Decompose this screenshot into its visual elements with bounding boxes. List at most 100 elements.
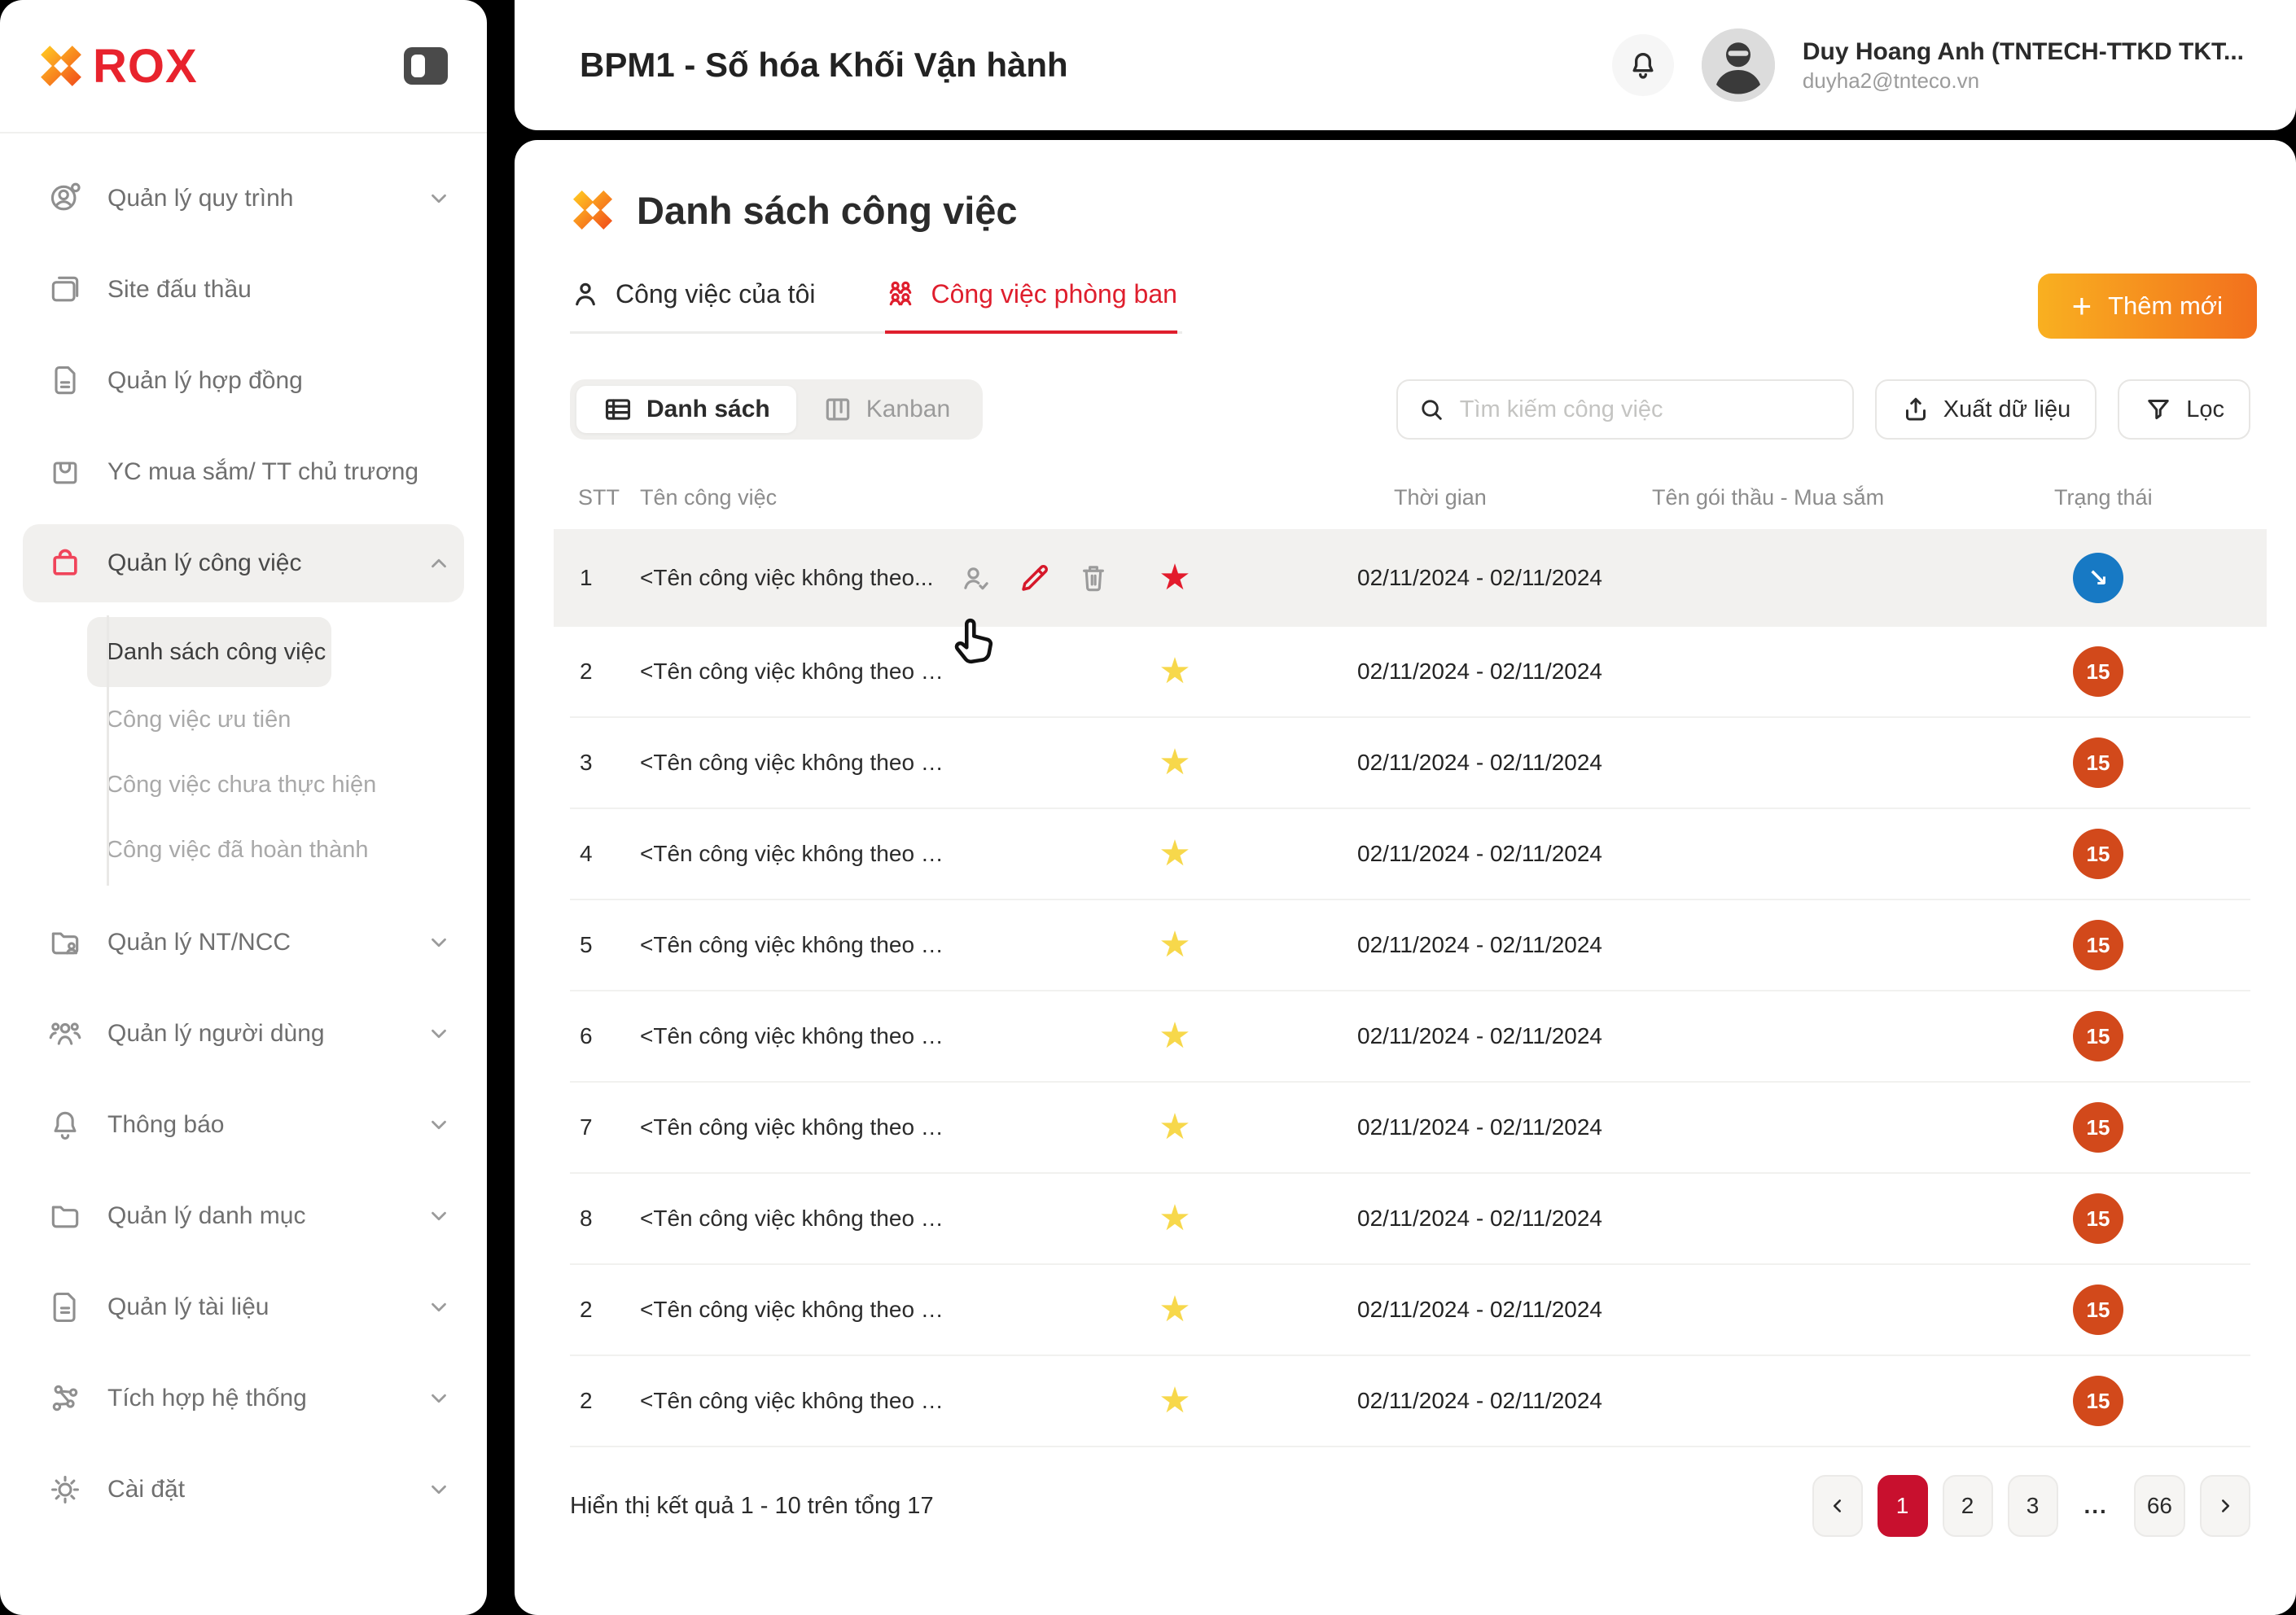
view-list-label: Danh sách [646,396,770,423]
sidebar-item-label: Quản lý NT/NCC [107,929,291,956]
edit-icon[interactable] [1018,561,1052,595]
table-row[interactable]: 8 <Tên công việc không theo quy trình> ★ 02… [570,1174,2250,1265]
tab-department-tasks[interactable]: Công việc phòng ban [885,278,1176,334]
star-icon[interactable]: ★ [1153,654,1197,689]
sidebar-header: ROX [0,0,487,133]
filter-button[interactable]: Lọc [2118,379,2250,440]
sidebar-item-task-management[interactable]: Quản lý công việc [23,524,464,602]
star-icon[interactable]: ★ [1153,745,1197,781]
task-name[interactable]: <Tên công việc không theo quy trình> [640,1206,949,1232]
sidebar-item-contractor-management[interactable]: Quản lý NT/NCC [0,897,487,988]
sidebar-collapse-icon[interactable] [404,47,448,85]
task-name[interactable]: <Tên công việc không theo quy trình> [640,1297,949,1323]
task-time: 02/11/2024 - 02/11/2024 [1357,565,1602,591]
status-badge-count[interactable]: 15 [2073,1376,2123,1426]
sidebar-item-bidding-site[interactable]: Site đấu thầu [0,244,487,335]
sidebar-item-document-management[interactable]: Quản lý tài liệu [0,1262,487,1353]
status-badge-count[interactable]: 15 [2073,1102,2123,1153]
status-badge-count[interactable]: 15 [2073,920,2123,970]
page-button-1[interactable]: 1 [1878,1475,1928,1537]
submenu-item-pending-tasks[interactable]: Công việc chưa thực hiện [0,752,487,817]
status-badge-count[interactable]: 15 [2073,1011,2123,1061]
sidebar-item-user-management[interactable]: Quản lý người dùng [0,988,487,1079]
task-name[interactable]: <Tên công việc không theo quy trình> [640,659,949,685]
submenu-item-priority-tasks[interactable]: Công việc ưu tiên [0,687,487,752]
sidebar-item-label: Quản lý tài liệu [107,1293,269,1321]
row-index: 8 [580,1206,593,1232]
table-row[interactable]: 7<Tên công việc không theo quy trình>★02… [570,1083,2250,1174]
page-button-66[interactable]: 66 [2134,1475,2185,1537]
person-icon [570,278,601,309]
star-icon[interactable]: ★ [1153,836,1197,872]
sidebar-item-purchase-request[interactable]: YC mua sắm/ TT chủ trương [0,427,487,518]
star-icon[interactable]: ★ [1153,1109,1197,1145]
star-icon[interactable]: ★ [1153,1383,1197,1419]
add-new-label: Thêm mới [2108,291,2223,321]
view-list-segment[interactable]: Danh sách [576,386,796,433]
task-name[interactable]: <Tên công việc không theo quy trình> [640,1023,949,1049]
table-header: STT Tên công việc Thời gian Tên gói thầu… [570,479,2250,529]
sidebar-item-category-management[interactable]: Quản lý danh mục [0,1171,487,1262]
add-new-button[interactable]: + Thêm mới [2038,274,2257,339]
task-time: 02/11/2024 - 02/11/2024 [1357,1206,1602,1232]
chevron-left-icon [1827,1495,1848,1517]
table-row[interactable]: 6<Tên công việc không theo quy trình>★02… [570,991,2250,1083]
search-input[interactable] [1460,396,1833,423]
table-row[interactable]: 2<Tên công việc không theo quy trình>★02… [570,1356,2250,1447]
task-name[interactable]: <Tên công việc không theo quy trình> [640,1114,949,1140]
user-info[interactable]: Duy Hoang Anh (TNTECH-TTKD TKT... duyha2… [1803,37,2244,94]
sidebar-nav: Quản lý quy trình Site đấu thầu Quản lý … [0,133,487,1535]
star-icon[interactable]: ★ [1153,1201,1197,1236]
table-row[interactable]: 5<Tên công việc không theo quy trình>★02… [570,900,2250,991]
sidebar-item-process-management[interactable]: Quản lý quy trình [0,153,487,244]
prev-page-button[interactable] [1812,1475,1863,1537]
task-name[interactable]: <Tên công việc không theo quy trình> [640,841,949,867]
task-name[interactable]: <Tên công việc không theo... [640,565,933,591]
assign-user-icon[interactable] [959,561,993,595]
row-actions [959,561,1111,595]
next-page-button[interactable] [2200,1475,2250,1537]
shopping-bag-icon [47,454,83,490]
export-button[interactable]: Xuất dữ liệu [1875,379,2097,440]
view-kanban-segment[interactable]: Kanban [796,386,976,433]
submenu-item-completed-tasks[interactable]: Công việc đã hoàn thành [0,817,487,882]
status-badge-count[interactable]: 15 [2073,737,2123,788]
page-ellipsis: ... [2073,1475,2119,1537]
task-time: 02/11/2024 - 02/11/2024 [1357,1114,1602,1140]
star-icon[interactable]: ★ [1153,1018,1197,1054]
search-box[interactable] [1396,379,1854,440]
notification-bell-button[interactable] [1612,34,1674,96]
submenu-item-task-list[interactable]: Danh sách công việc [87,617,331,687]
task-name[interactable]: <Tên công việc không theo quy trình> [640,750,949,776]
rox-logo[interactable]: ROX [37,39,198,94]
sidebar-item-settings[interactable]: Cài đặt [0,1444,487,1535]
star-icon[interactable]: ★ [1153,927,1197,963]
status-badge-arrow[interactable]: ↘ [2073,553,2123,603]
page-title: Danh sách công việc [637,188,1018,233]
sidebar-item-system-integration[interactable]: Tích hợp hệ thống [0,1353,487,1444]
page-button-3[interactable]: 3 [2008,1475,2058,1537]
delete-icon[interactable] [1076,561,1111,595]
tab-my-tasks[interactable]: Công việc của tôi [570,278,815,334]
task-time: 02/11/2024 - 02/11/2024 [1357,1388,1602,1414]
task-name[interactable]: <Tên công việc không theo quy trình> [640,932,949,958]
gear-icon [47,1472,83,1508]
status-badge-count[interactable]: 15 [2073,1285,2123,1335]
status-badge-count[interactable]: 15 [2073,646,2123,697]
table-row[interactable]: 1<Tên công việc không theo...★02/11/2024… [554,529,2267,627]
sidebar-item-contract-management[interactable]: Quản lý hợp đồng [0,335,487,427]
table-row[interactable]: 3<Tên công việc không theo quy trình>★02… [570,718,2250,809]
sidebar-item-notifications[interactable]: Thông báo [0,1079,487,1171]
sidebar-item-label: Quản lý công việc [107,549,301,577]
status-badge-count[interactable]: 15 [2073,1193,2123,1244]
column-header-time: Thời gian [1394,485,1487,510]
table-row[interactable]: 2<Tên công việc không theo quy trình>★02… [570,1265,2250,1356]
table-row[interactable]: 4<Tên công việc không theo quy trình>★02… [570,809,2250,900]
status-badge-count[interactable]: 15 [2073,829,2123,879]
task-name[interactable]: <Tên công việc không theo quy trình> [640,1388,949,1414]
avatar[interactable] [1702,28,1775,102]
page-button-2[interactable]: 2 [1943,1475,1993,1537]
table-row[interactable]: 2<Tên công việc không theo quy trình>★02… [570,627,2250,718]
star-icon[interactable]: ★ [1153,1292,1197,1328]
star-icon[interactable]: ★ [1153,560,1197,596]
